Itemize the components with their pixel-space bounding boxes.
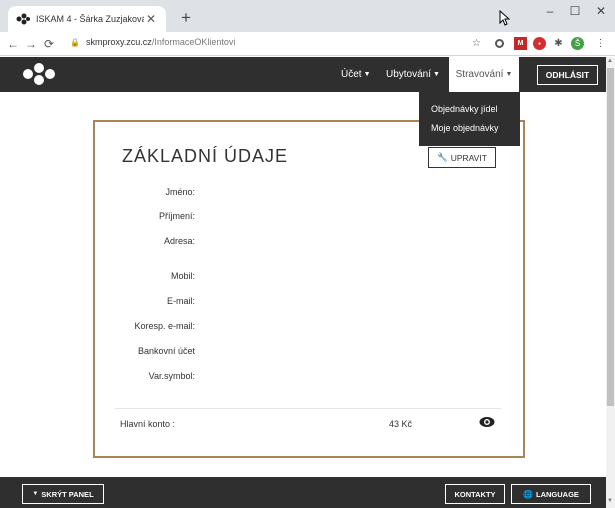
extension-m-icon[interactable]: M [514,37,527,50]
tab-title: ISKAM 4 - Šárka Zuzjaková [36,14,144,24]
iskam-favicon-icon [16,12,30,26]
scroll-up-icon[interactable]: ▲ [607,58,613,64]
field-koresp-email: Koresp. e-mail: [134,321,195,331]
url-field[interactable]: 🔒 skmproxy.zcu.cz/InformaceOKlientovi [70,37,235,47]
basic-info-card: ZÁKLADNÍ ÚDAJE 🔧 UPRAVIT Jméno: Příjmení:… [93,120,525,458]
language-label: LANGUAGE [536,489,579,499]
back-icon[interactable]: ← [4,37,22,51]
field-bankovni-ucet: Bankovní účet [137,346,195,356]
extensions-puzzle-icon[interactable]: ✱ [552,37,565,50]
field-adresa: Adresa: [163,236,195,246]
field-jmeno: Jméno: [165,187,195,197]
konto-label: Hlavní konto : [120,419,176,429]
wrench-icon: 🔧 [437,152,448,162]
nav-ubytovani[interactable]: Ubytování ▼ [386,57,440,92]
hide-panel-button[interactable]: ▼ SKRÝT PANEL [22,484,104,504]
globe-icon: 🌐 [523,489,534,499]
lock-icon: 🔒 [70,37,80,47]
divider [115,408,501,409]
browser-tab[interactable]: ISKAM 4 - Šárka Zuzjaková ✕ [8,6,166,32]
reload-icon[interactable]: ⟳ [40,37,58,51]
forward-icon[interactable]: → [22,37,40,51]
extension-circle-icon[interactable] [495,39,504,48]
tab-close-icon[interactable]: ✕ [144,12,158,26]
field-prijmeni: Příjmení: [158,211,195,221]
nav-stravovani-label: Stravování [455,69,504,80]
profile-avatar-icon[interactable]: Š [571,37,584,50]
stravovani-dropdown: Objednávky jídel Moje objednávky [419,92,520,146]
nav-ubytovani-label: Ubytování [386,69,432,80]
nav-stravovani[interactable]: Stravování ▼ [449,57,519,92]
caret-down-icon: ▼ [433,71,440,78]
browser-tab-bar: ISKAM 4 - Šárka Zuzjaková ✕ + – ☐ ✕ [0,0,615,32]
minimize-icon[interactable]: – [540,4,560,18]
scroll-down-icon[interactable]: ▼ [607,498,613,504]
field-email: E-mail: [166,296,195,306]
new-tab-icon[interactable]: + [176,8,196,28]
language-button[interactable]: 🌐 LANGUAGE [511,484,591,504]
eye-icon[interactable] [479,416,495,428]
page-title: ZÁKLADNÍ ÚDAJE [122,146,289,166]
field-var-symbol: Var.symbol: [148,371,195,381]
adblock-icon[interactable]: ● [533,37,546,50]
scrollbar-thumb[interactable] [607,68,614,406]
bookmark-star-icon[interactable]: ☆ [470,37,483,50]
window-close-icon[interactable]: ✕ [591,4,611,18]
browser-menu-icon[interactable]: ⋮ [594,37,607,50]
edit-button-label: UPRAVIT [450,152,487,163]
field-mobil: Mobil: [170,271,195,281]
logout-button[interactable]: ODHLÁSIT [537,65,598,85]
iskam-logo-icon[interactable] [22,63,56,85]
maximize-icon[interactable]: ☐ [565,4,585,18]
caret-down-icon: ▼ [505,71,513,78]
contacts-button[interactable]: KONTAKTY [445,484,505,504]
konto-value: 43 Kč [389,419,413,429]
menu-item-moje-objednavky[interactable]: Moje objednávky [419,119,520,138]
nav-ucet-label: Účet [341,69,362,80]
hide-panel-label: SKRÝT PANEL [41,489,94,499]
nav-ucet[interactable]: Účet ▼ [341,57,371,92]
app-header: Účet ▼ Ubytování ▼ Stravování ▼ ODHLÁSIT [0,57,606,92]
menu-item-objednavky-jidel[interactable]: Objednávky jídel [419,100,520,119]
caret-down-icon: ▼ [363,71,371,78]
caret-down-icon: ▼ [32,491,39,497]
mouse-cursor-icon [499,10,511,26]
edit-button[interactable]: 🔧 UPRAVIT [428,147,496,168]
footer-bar: ▼ SKRÝT PANEL KONTAKTY 🌐 LANGUAGE [0,477,606,508]
url-path: /InformaceOKlientovi [151,37,236,47]
url-domain: skmproxy.zcu.cz [85,37,152,47]
